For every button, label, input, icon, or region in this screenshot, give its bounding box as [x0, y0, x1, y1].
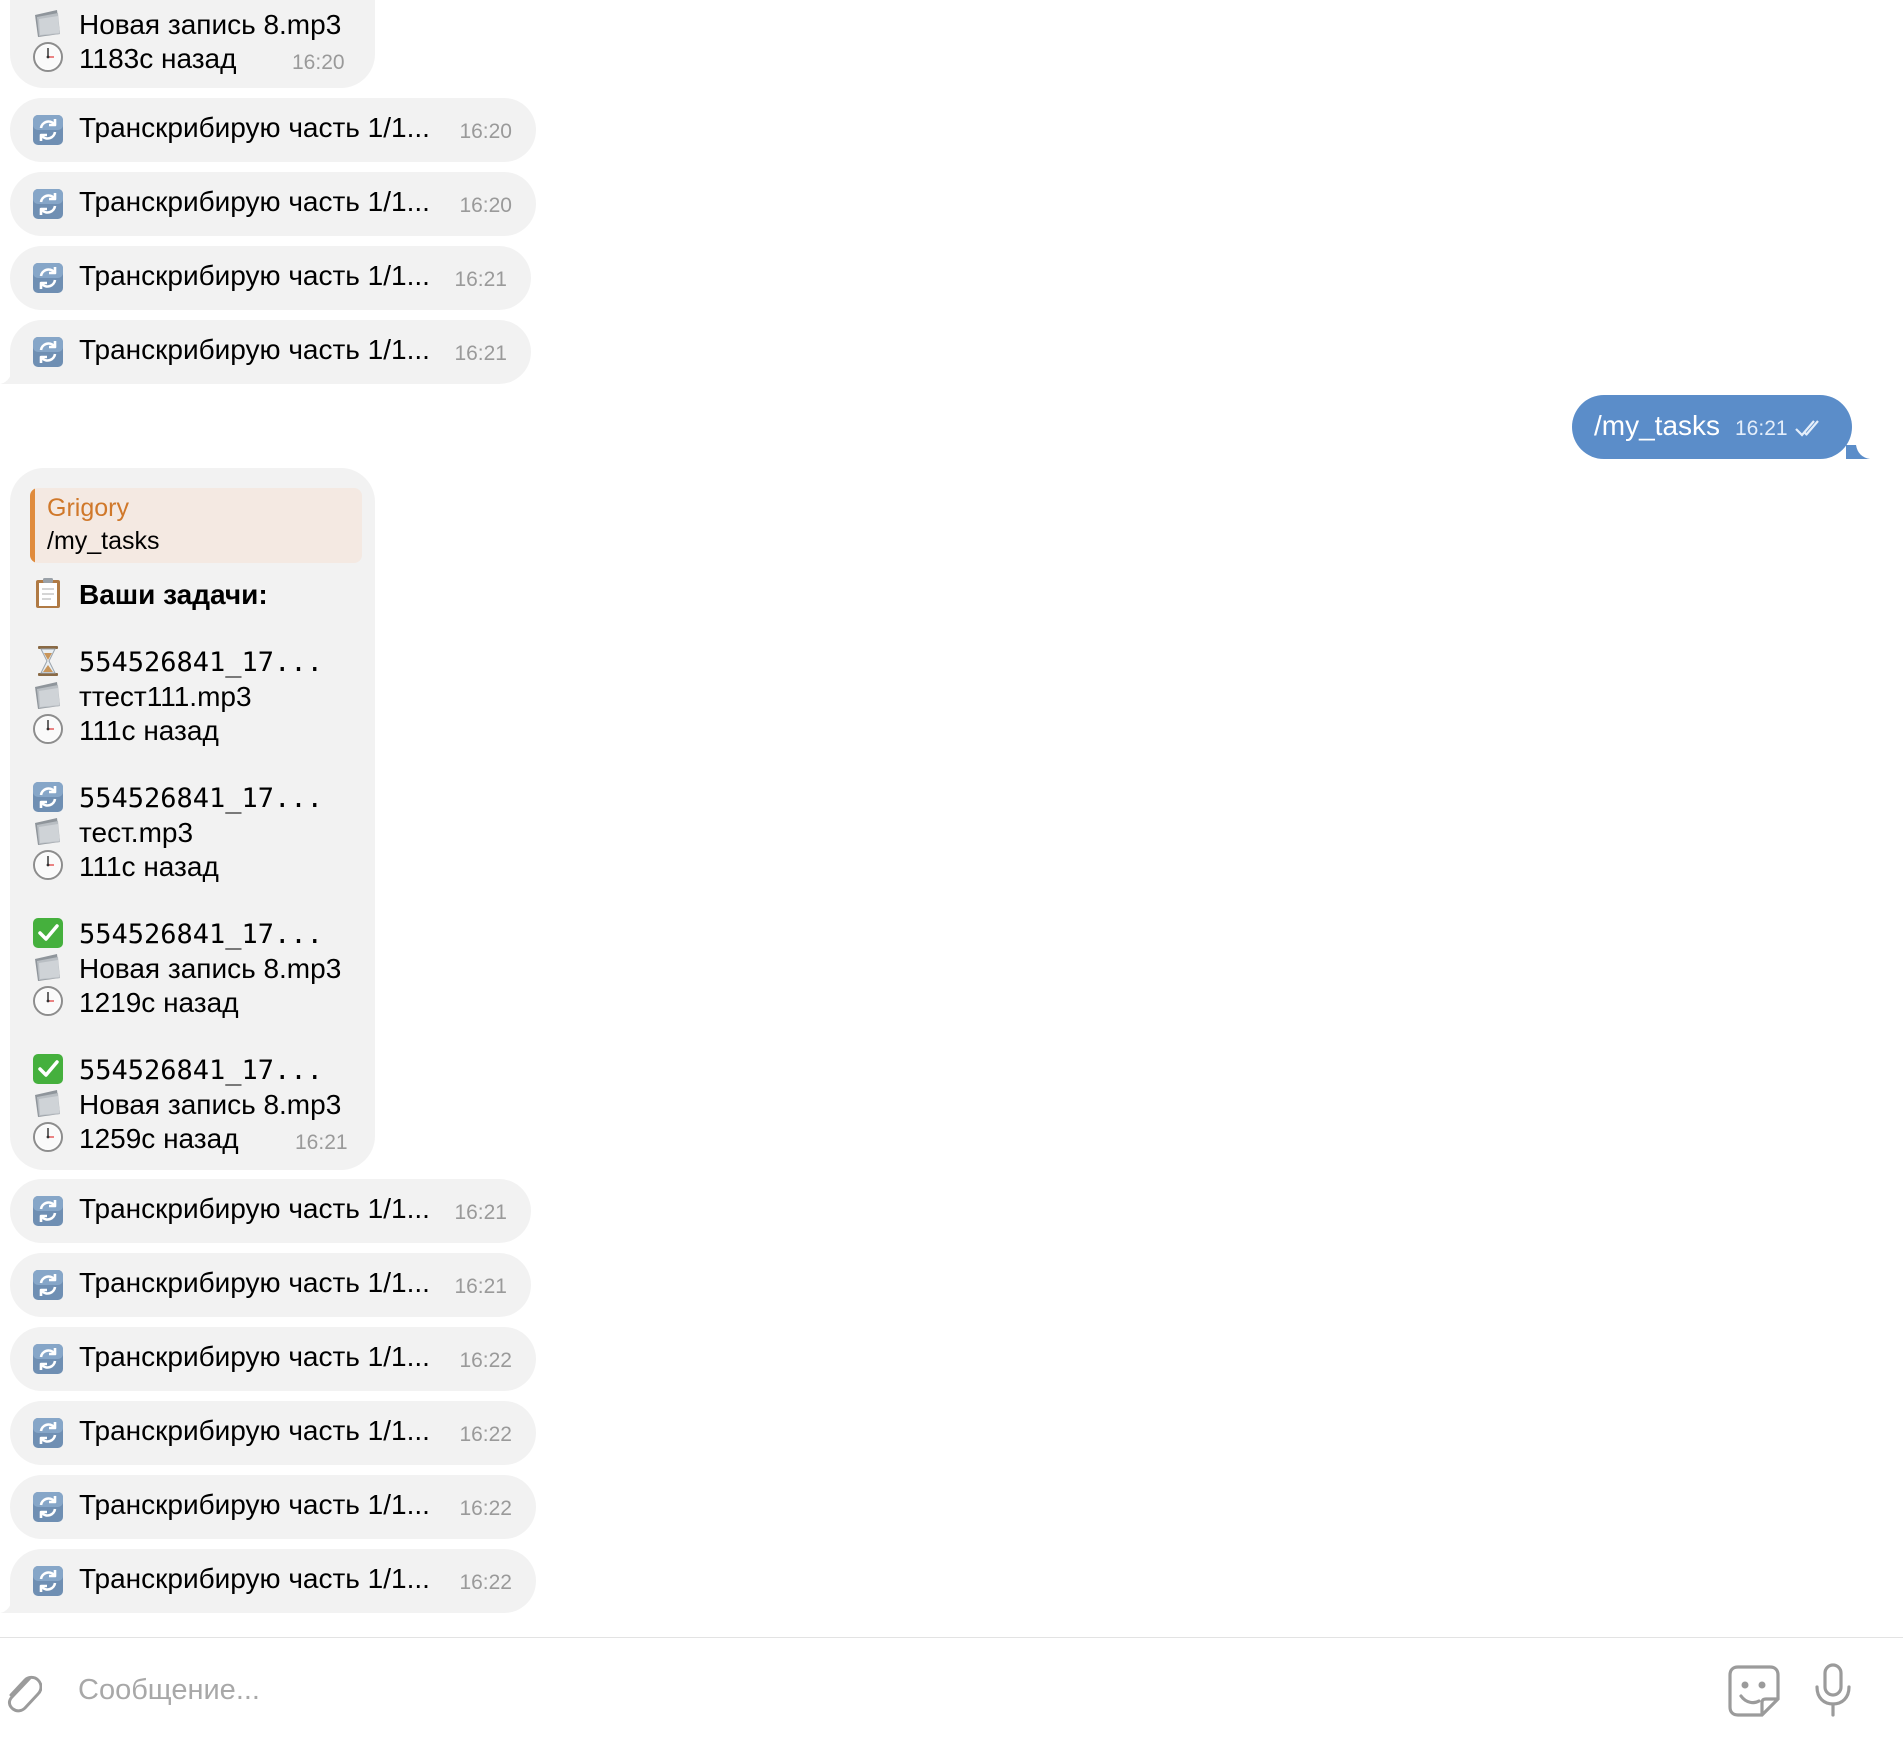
outgoing-message: /my_tasks 16:21: [1572, 395, 1852, 459]
message-text: Транскрибирую часть 1/1...: [79, 1341, 430, 1372]
refresh-icon: [32, 781, 64, 813]
chat-history: Новая запись 8.mp3 1183с назад 16:20 Тра…: [0, 0, 1903, 1636]
folder-icon: [32, 951, 64, 983]
task-id: 554526841_17...: [79, 919, 323, 950]
message-text: Транскрибирую часть 1/1...: [79, 186, 430, 217]
message-composer: [0, 1637, 1903, 1739]
message-text: Транскрибирую часть 1/1...: [79, 112, 430, 143]
task-age: 111с назад: [79, 715, 219, 746]
task-age: 1259с назад: [79, 1123, 239, 1154]
refresh-icon: [32, 188, 64, 220]
refresh-icon: [32, 1491, 64, 1523]
progress-message: Транскрибирую часть 1/1... 16:22: [10, 1549, 536, 1613]
message-time: 16:20: [459, 194, 512, 217]
clock-icon: [32, 713, 64, 745]
refresh-icon: [32, 1269, 64, 1301]
message-input[interactable]: [76, 1664, 1700, 1716]
clock-icon: [32, 41, 64, 73]
message-text: Транскрибирую часть 1/1...: [79, 1193, 430, 1224]
hourglass-icon: [32, 645, 64, 677]
task-age: 1219с назад: [79, 987, 239, 1018]
bubble-tail: [0, 370, 22, 384]
partial-task-message: Новая запись 8.mp3 1183с назад 16:20: [10, 0, 375, 88]
refresh-icon: [32, 1195, 64, 1227]
task-id: 554526841_17...: [79, 1055, 323, 1086]
message-text: /my_tasks: [1594, 410, 1721, 441]
clipboard-icon: [32, 577, 64, 609]
folder-icon: [32, 7, 64, 39]
message-text: Транскрибирую часть 1/1...: [79, 260, 430, 291]
progress-message: Транскрибирую часть 1/1... 16:20: [10, 98, 536, 162]
message-text: Транскрибирую часть 1/1...: [79, 1489, 430, 1520]
folder-icon: [32, 815, 64, 847]
bubble-tail: [1846, 445, 1870, 459]
clock-icon: [32, 849, 64, 881]
task-file: тест.mp3: [79, 817, 194, 848]
clock-icon: [32, 985, 64, 1017]
task-file: Новая запись 8.mp3: [79, 1089, 342, 1120]
task-age: 111с назад: [79, 851, 219, 882]
refresh-icon: [32, 1343, 64, 1375]
message-time: 16:21: [295, 1131, 348, 1154]
reply-text: /my_tasks: [47, 527, 160, 555]
message-time: 16:21: [454, 1201, 507, 1224]
task-age: 1183с назад: [79, 43, 237, 74]
tasks-heading: Ваши задачи:: [79, 579, 268, 610]
task-file: Новая запись 8.mp3: [79, 9, 342, 40]
task-id: 554526841_17...: [79, 783, 323, 814]
refresh-icon: [32, 1417, 64, 1449]
task-file: Новая запись 8.mp3: [79, 953, 342, 984]
paperclip-icon[interactable]: [0, 1666, 42, 1714]
progress-message: Транскрибирую часть 1/1... 16:21: [10, 246, 531, 310]
message-time: 16:22: [459, 1497, 512, 1520]
folder-icon: [32, 1087, 64, 1119]
task-id: 554526841_17...: [79, 647, 323, 678]
message-time: 16:20: [459, 120, 512, 143]
progress-message: Транскрибирую часть 1/1... 16:22: [10, 1401, 536, 1465]
message-time: 16:21: [454, 342, 507, 365]
refresh-icon: [32, 336, 64, 368]
refresh-icon: [32, 262, 64, 294]
message-text: Транскрибирую часть 1/1...: [79, 1563, 430, 1594]
reply-quote[interactable]: Grigory /my_tasks: [30, 488, 362, 563]
double-check-icon: [1795, 420, 1819, 437]
message-time: 16:22: [459, 1423, 512, 1446]
message-time: 16:22: [459, 1349, 512, 1372]
message-time: 16:22: [459, 1571, 512, 1594]
bubble-tail: [0, 1599, 22, 1613]
progress-message: Транскрибирую часть 1/1... 16:21: [10, 320, 531, 384]
message-time: 16:21: [454, 1275, 507, 1298]
clock-icon: [32, 1121, 64, 1153]
progress-message: Транскрибирую часть 1/1... 16:21: [10, 1253, 531, 1317]
refresh-icon: [32, 1565, 64, 1597]
message-text: Транскрибирую часть 1/1...: [79, 1267, 430, 1298]
message-time: 16:21: [1735, 417, 1788, 440]
sticker-icon[interactable]: [1726, 1663, 1782, 1719]
message-time: 16:20: [292, 51, 345, 74]
progress-message: Транскрибирую часть 1/1... 16:22: [10, 1327, 536, 1391]
check-icon: [32, 917, 64, 949]
reply-accent-bar: [30, 488, 35, 563]
progress-message: Транскрибирую часть 1/1... 16:22: [10, 1475, 536, 1539]
message-time: 16:21: [454, 268, 507, 291]
tasks-message: Grigory /my_tasks Ваши задачи: 554526841…: [10, 468, 375, 1170]
reply-author: Grigory: [47, 494, 129, 522]
message-text: Транскрибирую часть 1/1...: [79, 1415, 430, 1446]
microphone-icon[interactable]: [1811, 1662, 1855, 1718]
message-text: Транскрибирую часть 1/1...: [79, 334, 430, 365]
check-icon: [32, 1053, 64, 1085]
folder-icon: [32, 679, 64, 711]
task-file: ттест111.mp3: [79, 681, 252, 712]
progress-message: Транскрибирую часть 1/1... 16:21: [10, 1179, 531, 1243]
progress-message: Транскрибирую часть 1/1... 16:20: [10, 172, 536, 236]
refresh-icon: [32, 114, 64, 146]
